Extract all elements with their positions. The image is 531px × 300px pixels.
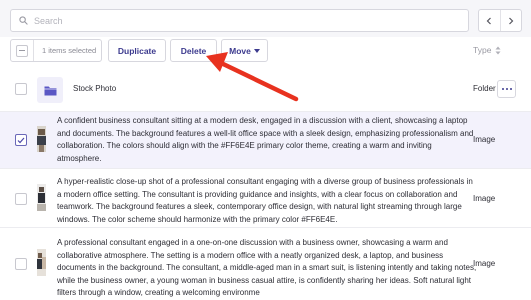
pagination <box>478 9 522 32</box>
type-cell: Image <box>473 259 496 268</box>
prev-page-button[interactable] <box>479 10 500 31</box>
selection-count: 1 items selected <box>42 46 97 55</box>
folder-row[interactable]: Stock Photo Folder <box>0 67 531 112</box>
folder-icon <box>44 86 56 95</box>
duplicate-button[interactable]: Duplicate <box>108 39 166 62</box>
delete-button[interactable]: Delete <box>170 39 217 62</box>
type-cell: Folder <box>473 84 496 93</box>
image-thumbnail <box>37 126 46 152</box>
move-button[interactable]: Move <box>221 39 268 62</box>
chevron-right-icon <box>509 17 514 24</box>
more-options-button[interactable] <box>497 80 516 98</box>
row-checkbox[interactable] <box>15 134 27 146</box>
folder-name[interactable]: Stock Photo <box>73 84 116 93</box>
media-row[interactable]: A professional consultant engaged in a o… <box>0 228 531 300</box>
more-horizontal-icon <box>501 88 504 90</box>
selection-group: 1 items selected <box>10 39 102 62</box>
caret-down-icon <box>253 48 260 53</box>
checkmark-icon <box>17 137 25 143</box>
search-icon <box>19 16 28 25</box>
top-bar <box>0 0 531 37</box>
image-description: A confident business consultant sitting … <box>57 116 474 163</box>
search-input[interactable] <box>34 15 454 26</box>
folder-thumbnail <box>37 77 63 103</box>
bulk-actions-toolbar: 1 items selected Duplicate Delete Move T… <box>0 37 531 67</box>
row-checkbox[interactable] <box>15 193 27 205</box>
image-description: A hyper-realistic close-up shot of a pro… <box>57 177 473 224</box>
media-row[interactable]: A hyper-realistic close-up shot of a pro… <box>0 169 531 228</box>
image-thumbnail <box>37 249 46 276</box>
chevron-left-icon <box>487 17 492 24</box>
search-box[interactable] <box>10 9 469 32</box>
type-header-label: Type <box>473 45 492 55</box>
type-column-header[interactable]: Type <box>473 45 501 55</box>
next-page-button[interactable] <box>499 10 521 31</box>
image-description: A professional consultant engaged in a o… <box>57 238 477 297</box>
divider <box>33 40 34 61</box>
type-cell: Image <box>473 194 496 203</box>
row-checkbox[interactable] <box>15 83 27 95</box>
type-cell: Image <box>473 135 496 144</box>
media-row[interactable]: A confident business consultant sitting … <box>0 112 531 169</box>
select-all-checkbox[interactable] <box>16 44 28 57</box>
sort-icon <box>495 46 501 54</box>
image-thumbnail <box>37 184 46 211</box>
move-button-label: Move <box>229 45 251 56</box>
row-checkbox[interactable] <box>15 258 27 270</box>
